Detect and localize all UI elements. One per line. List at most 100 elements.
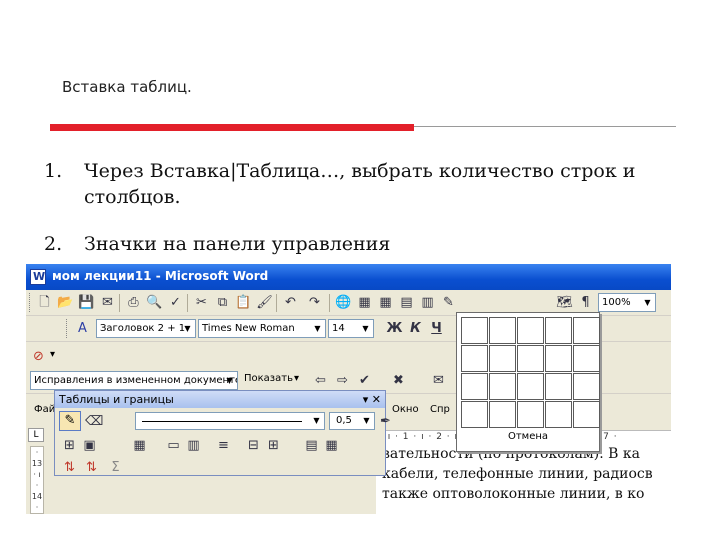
open-folder-icon[interactable]: 📂: [57, 294, 74, 311]
chevron-down-icon[interactable]: ▼: [223, 373, 236, 388]
chevron-down-icon[interactable]: ▼: [311, 321, 324, 336]
format-painter-icon[interactable]: 🖌: [256, 294, 273, 311]
document-body[interactable]: вательности (по протоколам). В ка кабели…: [376, 444, 671, 514]
copy-icon[interactable]: ⧉: [214, 294, 231, 311]
table-grid-cell[interactable]: [545, 401, 572, 428]
show-menu-arrow-icon[interactable]: ▾: [294, 373, 299, 384]
more-buttons-icon[interactable]: ▾: [50, 349, 55, 360]
cancel-label[interactable]: Отмена: [457, 431, 599, 442]
close-icon[interactable]: ▾ ✕: [363, 391, 381, 408]
chevron-down-icon[interactable]: ▼: [360, 414, 373, 428]
eraser-icon[interactable]: ⌫: [85, 413, 103, 430]
zoom-combo[interactable]: 100% ▼: [598, 293, 656, 312]
drawing-icon[interactable]: ✎: [440, 294, 457, 311]
distribute-rows-icon[interactable]: ⊟: [245, 437, 262, 454]
tables-and-borders-toolbar: Таблицы и границы ▾ ✕ ✎ ⌫ ▼ 0,5 ▼ ✒ ⊞ ▣ …: [54, 390, 391, 479]
columns-icon[interactable]: ▥: [419, 294, 436, 311]
align-icon[interactable]: ≡: [215, 437, 232, 454]
sort-ascending-icon[interactable]: ⇅: [61, 459, 78, 476]
chevron-down-icon[interactable]: ▼: [359, 321, 372, 336]
style-combo[interactable]: Заголовок 2 + 1 ▼: [96, 319, 196, 338]
sort-descending-icon[interactable]: ⇅: [83, 459, 100, 476]
menu-window[interactable]: Окно: [392, 404, 419, 415]
chevron-down-icon[interactable]: ▼: [641, 295, 654, 310]
draw-table-pencil-icon[interactable]: ✎: [59, 411, 81, 431]
show-formatting-icon[interactable]: ¶: [577, 294, 594, 311]
chevron-down-icon[interactable]: ▼: [181, 321, 194, 336]
shading-color-icon[interactable]: ▣: [81, 437, 98, 454]
undo-icon[interactable]: ↶: [282, 294, 299, 311]
show-menu[interactable]: Показать: [244, 373, 293, 384]
permission-icon[interactable]: ✉: [99, 294, 116, 311]
font-size-combo[interactable]: 14 ▼: [328, 319, 374, 338]
previous-change-icon[interactable]: ⇦: [312, 372, 329, 389]
autosum-icon[interactable]: Σ: [107, 459, 124, 476]
reject-change-icon[interactable]: ✖: [390, 372, 407, 389]
table-grid-cell[interactable]: [461, 317, 488, 344]
border-color-icon[interactable]: ✒: [377, 413, 394, 430]
underline-button[interactable]: Ч: [428, 320, 445, 337]
table-grid-cell[interactable]: [489, 317, 516, 344]
window-titlebar[interactable]: мом лекции11 - Microsoft Word: [26, 264, 671, 290]
autoformat-icon[interactable]: ▤: [303, 437, 320, 454]
tables-and-borders-icon[interactable]: ▦: [356, 294, 373, 311]
merge-cells-icon[interactable]: ▭: [165, 437, 182, 454]
insert-table-grid: [461, 317, 600, 428]
table-grid-cell[interactable]: [517, 373, 544, 400]
table-grid-cell[interactable]: [517, 317, 544, 344]
line-style-combo[interactable]: ▼: [135, 412, 325, 430]
window-title: мом лекции11 - Microsoft Word: [52, 269, 269, 283]
hyperlink-icon[interactable]: 🌐: [335, 294, 352, 311]
table-grid-cell[interactable]: [489, 345, 516, 372]
chevron-down-icon[interactable]: ▼: [310, 414, 323, 428]
table-grid-cell[interactable]: [573, 401, 600, 428]
review-display-combo[interactable]: Исправления в измененном документе ▼: [30, 371, 238, 390]
table-grid-cell[interactable]: [461, 373, 488, 400]
split-cells-icon[interactable]: ▥: [185, 437, 202, 454]
table-grid-cell[interactable]: [573, 345, 600, 372]
insert-table-icon[interactable]: ▦: [377, 294, 394, 311]
tables-toolbar-titlebar[interactable]: Таблицы и границы ▾ ✕: [55, 391, 385, 408]
next-change-icon[interactable]: ⇨: [334, 372, 351, 389]
insert-table-icon[interactable]: ▦: [131, 437, 148, 454]
table-grid-cell[interactable]: [489, 373, 516, 400]
accept-change-icon[interactable]: ✔: [356, 372, 373, 389]
print-icon[interactable]: ⎙: [125, 294, 142, 311]
table-grid-cell[interactable]: [545, 317, 572, 344]
tab-selector[interactable]: L: [28, 428, 44, 442]
italic-button[interactable]: К: [407, 320, 424, 337]
table-autofit-icon[interactable]: ▦: [323, 437, 340, 454]
font-combo[interactable]: Times New Roman ▼: [198, 319, 326, 338]
new-document-icon[interactable]: 🗋: [36, 294, 53, 311]
no-entry-icon[interactable]: ⊘: [30, 348, 47, 365]
distribute-columns-icon[interactable]: ⊞: [265, 437, 282, 454]
table-grid-cell[interactable]: [517, 345, 544, 372]
document-map-icon[interactable]: 🗺: [556, 294, 573, 311]
tables-toolbar-row: ⇅ ⇅ Σ: [55, 455, 385, 479]
redo-icon[interactable]: ↷: [306, 294, 323, 311]
menu-help[interactable]: Спр: [430, 404, 450, 415]
spelling-icon[interactable]: ✓: [167, 294, 184, 311]
line-weight-combo[interactable]: 0,5 ▼: [329, 412, 375, 430]
toolbar-grip[interactable]: [66, 319, 69, 338]
menu-file[interactable]: Фай: [34, 404, 55, 415]
paste-icon[interactable]: 📋: [235, 294, 252, 311]
save-icon[interactable]: 💾: [78, 294, 95, 311]
toolbar-grip[interactable]: [29, 293, 32, 312]
table-grid-cell[interactable]: [573, 373, 600, 400]
table-grid-cell[interactable]: [489, 401, 516, 428]
table-grid-cell[interactable]: [461, 401, 488, 428]
table-grid-cell[interactable]: [545, 345, 572, 372]
table-grid-cell[interactable]: [545, 373, 572, 400]
bold-button[interactable]: Ж: [386, 320, 403, 337]
borders-icon[interactable]: ⊞: [61, 437, 78, 454]
insert-excel-sheet-icon[interactable]: ▤: [398, 294, 415, 311]
styles-icon[interactable]: A: [74, 320, 91, 337]
table-grid-cell[interactable]: [517, 401, 544, 428]
table-grid-cell[interactable]: [461, 345, 488, 372]
cut-icon[interactable]: ✂: [193, 294, 210, 311]
print-preview-icon[interactable]: 🔍: [146, 294, 163, 311]
table-grid-cell[interactable]: [573, 317, 600, 344]
toolbar-separator: [276, 294, 277, 312]
new-comment-icon[interactable]: ✉: [430, 372, 447, 389]
